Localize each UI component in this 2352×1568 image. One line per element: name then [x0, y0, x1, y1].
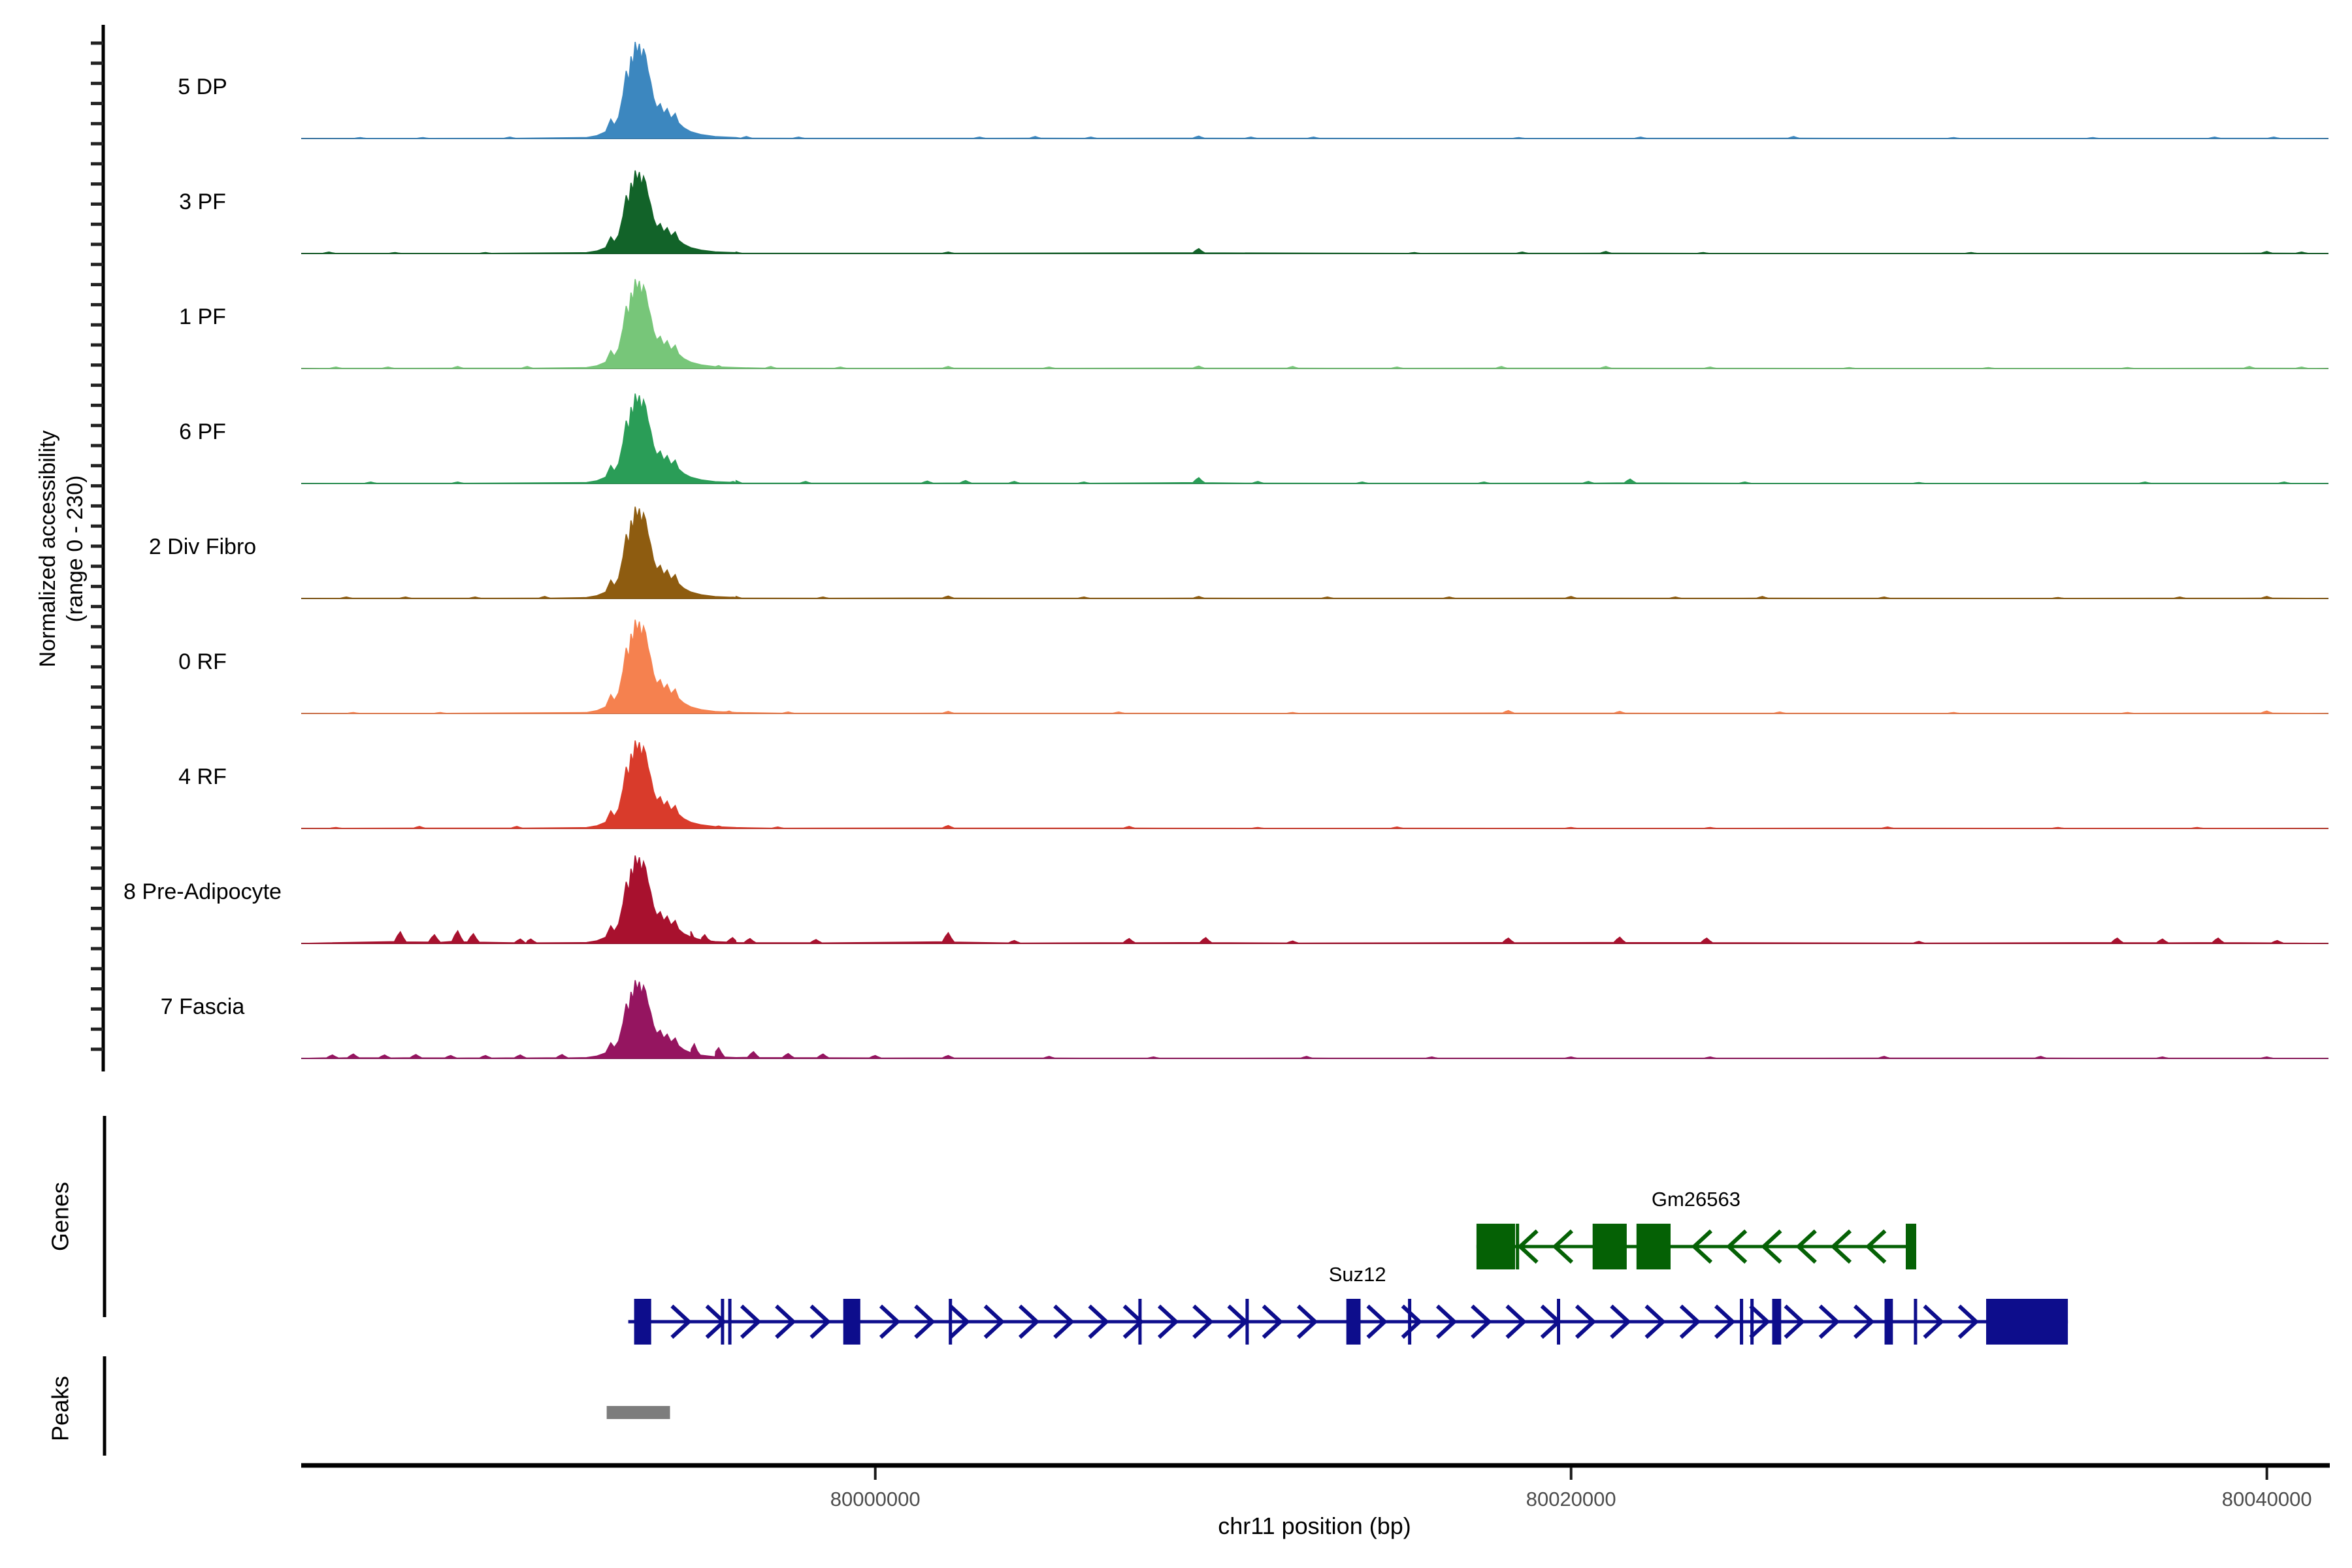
x-axis-tick-label: 80000000: [830, 1488, 921, 1511]
y-axis-label-line1: Normalized accessibility: [35, 431, 60, 668]
genes-section-label: Genes: [47, 1182, 74, 1251]
exon-box-suz12: [1986, 1299, 2068, 1345]
gene-models-track: Gm26563 Suz12: [629, 1188, 2068, 1345]
exon-tick-suz12: [1740, 1299, 1743, 1345]
track-area-2-div-fibro: [301, 507, 2328, 598]
track-label-1-pf: 1 PF: [179, 304, 226, 329]
exon-box-gm26563: [1906, 1224, 1916, 1269]
gene-label-suz12: Suz12: [1329, 1263, 1386, 1286]
track-area-3-pf: [301, 171, 2328, 253]
track-area-5-dp: [301, 42, 2328, 139]
exon-tick-suz12: [1557, 1299, 1560, 1345]
track-area-4-rf: [301, 741, 2328, 829]
exon-box-suz12: [634, 1299, 651, 1345]
gene-model-gm26563: Gm26563: [1477, 1188, 1916, 1269]
accessibility-tracks-plot: Normalized accessibility (range 0 - 230)…: [0, 0, 2352, 1568]
x-axis-tick-label: 80020000: [1526, 1488, 1616, 1511]
exon-tick-gm26563: [1516, 1224, 1519, 1269]
y-axis-label-line2: (range 0 - 230): [63, 476, 88, 623]
exon-box-gm26563: [1477, 1224, 1515, 1269]
gene-model-suz12: Suz12: [629, 1263, 2068, 1345]
x-axis-tick-label: 80040000: [2222, 1488, 2312, 1511]
called-peaks-track: [607, 1406, 670, 1419]
signal-tracks: 5 DP 3 PF 1 PF 6 PF 2 Div Fibro 0 RF 4 RF 8 Pre…: [123, 42, 2328, 1058]
exon-box-suz12: [1772, 1299, 1782, 1345]
peak-region-bar: [607, 1406, 670, 1419]
exon-tick-suz12: [1750, 1299, 1754, 1345]
exon-tick-suz12: [949, 1299, 952, 1345]
exon-box-gm26563: [1593, 1224, 1627, 1269]
track-label-8-pre-adipocyte: 8 Pre-Adipocyte: [123, 879, 282, 904]
y-axis: [91, 25, 103, 1071]
peaks-section-label: Peaks: [47, 1376, 74, 1441]
track-area-8-pre-adipocyte: [301, 856, 2328, 944]
exon-tick-suz12: [721, 1299, 724, 1345]
track-label-7-fascia: 7 Fascia: [161, 994, 245, 1019]
track-label-6-pf: 6 PF: [179, 419, 226, 444]
track-label-5-dp: 5 DP: [178, 74, 227, 99]
exon-box-suz12: [1347, 1299, 1361, 1345]
track-area-7-fascia: [301, 980, 2328, 1058]
exon-tick-suz12: [1914, 1299, 1917, 1345]
track-area-6-pf: [301, 394, 2328, 484]
track-label-3-pf: 3 PF: [179, 189, 226, 214]
track-label-4-rf: 4 RF: [178, 764, 227, 789]
track-area-1-pf: [301, 279, 2328, 368]
x-axis: 80000000 80020000 80040000: [301, 1465, 2330, 1511]
exon-tick-suz12: [1245, 1299, 1249, 1345]
x-axis-title: chr11 position (bp): [1218, 1512, 1411, 1539]
exon-box-suz12: [843, 1299, 860, 1345]
genome-browser-figure: Normalized accessibility (range 0 - 230)…: [0, 0, 2352, 1568]
exon-tick-suz12: [1138, 1299, 1141, 1345]
exon-tick-suz12: [728, 1299, 732, 1345]
exon-tick-suz12: [1408, 1299, 1411, 1345]
track-label-0-rf: 0 RF: [178, 649, 227, 674]
track-area-0-rf: [301, 620, 2328, 713]
gene-label-gm26563: Gm26563: [1652, 1188, 1740, 1211]
exon-box-gm26563: [1637, 1224, 1671, 1269]
exon-box-suz12: [1885, 1299, 1893, 1345]
track-label-2-div-fibro: 2 Div Fibro: [149, 534, 256, 559]
